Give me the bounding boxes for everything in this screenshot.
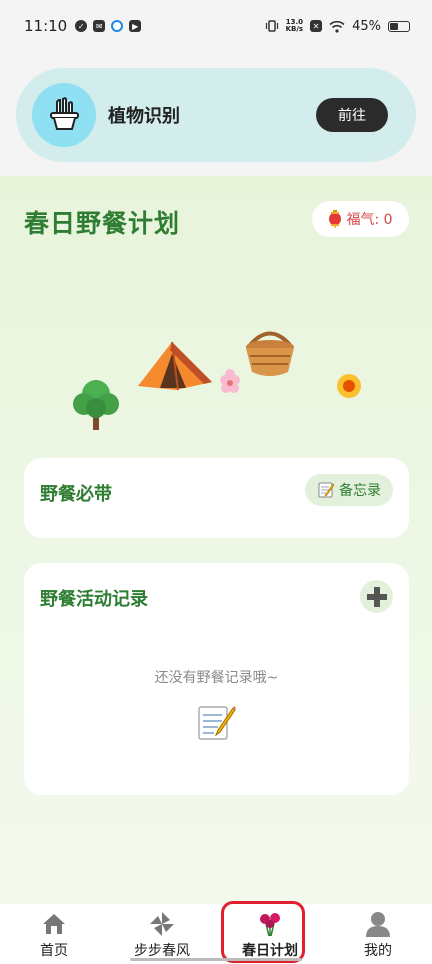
battery-icon	[388, 20, 410, 32]
memo-icon	[318, 482, 335, 498]
check-icon: ✓	[75, 20, 88, 32]
add-record-button[interactable]	[360, 580, 393, 613]
nav-label-spring-plan: 春日计划	[242, 943, 298, 959]
home-indicator[interactable]	[130, 958, 302, 961]
blossom-icon	[220, 369, 240, 393]
picnic-scene	[73, 331, 361, 430]
plant-pot-icon	[32, 83, 96, 147]
tent-icon	[138, 341, 212, 391]
wifi-icon	[329, 20, 345, 33]
nav-label-home: 首页	[40, 943, 68, 959]
home-icon	[40, 910, 68, 938]
nav-item-profile[interactable]: 我的	[324, 904, 432, 964]
nav-item-spring-breeze[interactable]: 步步春风	[108, 904, 216, 964]
pinwheel-icon	[148, 910, 176, 938]
essentials-card: 野餐必带 备忘录	[24, 458, 409, 538]
luck-label: 福气: 0	[346, 212, 393, 228]
sunflower-icon	[337, 374, 361, 398]
flowers-icon	[256, 910, 284, 938]
go-button[interactable]: 前往	[316, 98, 388, 132]
mail-icon: ✉	[93, 20, 106, 32]
status-bar: 11:10 ✓ ✉ ▶ 13.0 KB/s ✕ 45%	[0, 0, 432, 52]
tree-icon	[73, 380, 119, 430]
play-icon: ▶	[129, 20, 142, 32]
empty-records-text: 还没有野餐记录哦~	[154, 670, 279, 686]
plant-identify-card[interactable]: 植物识别 前往	[16, 68, 416, 162]
luck-badge: 福气: 0	[312, 201, 409, 237]
records-card: 野餐活动记录 还没有野餐记录哦~	[24, 563, 409, 795]
vibrate-icon	[265, 20, 278, 32]
plus-icon	[366, 586, 387, 607]
plant-identify-title: 植物识别	[108, 106, 180, 127]
net-speed: 13.0 KB/s	[285, 18, 304, 33]
bottom-nav: 首页 步步春风 春日计划 我的	[0, 904, 432, 964]
nav-item-home[interactable]: 首页	[0, 904, 108, 964]
memo-label: 备忘录	[339, 483, 381, 499]
page-title: 春日野餐计划	[24, 209, 181, 238]
profile-icon	[364, 910, 392, 938]
memo-button[interactable]: 备忘录	[305, 474, 393, 506]
sim-off-icon: ✕	[310, 20, 323, 32]
battery-percent: 45%	[352, 18, 381, 34]
records-heading: 野餐活动记录	[40, 589, 148, 610]
nav-item-spring-plan[interactable]: 春日计划	[216, 904, 324, 964]
memo-icon	[198, 706, 236, 740]
nav-label-profile: 我的	[364, 943, 392, 959]
basket-icon	[246, 331, 294, 376]
essentials-heading: 野餐必带	[40, 484, 112, 505]
status-time: 11:10	[24, 17, 68, 35]
lantern-icon	[329, 210, 342, 228]
nav-label-spring-breeze: 步步春风	[134, 943, 190, 959]
browser-icon	[111, 20, 124, 32]
